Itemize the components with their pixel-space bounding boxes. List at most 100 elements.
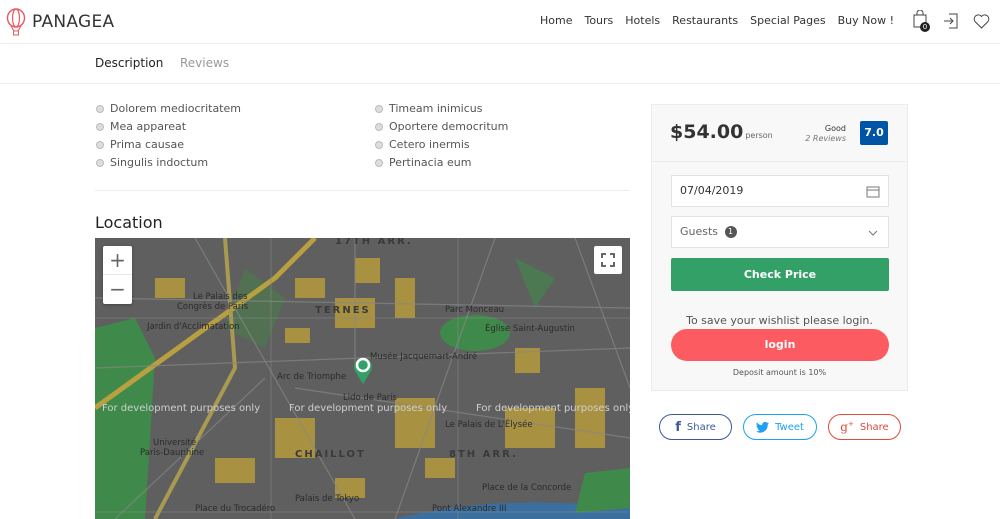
list-item: Prima causae: [96, 136, 241, 154]
map-place-label: Lido de Paris: [343, 393, 397, 403]
google-plus-icon: g+: [840, 420, 854, 434]
tab-reviews[interactable]: Reviews: [180, 56, 229, 70]
map-place-label: Congrès de Paris: [177, 302, 249, 312]
list-item: Pertinacia eum: [375, 154, 508, 172]
price-unit: person: [745, 131, 773, 140]
wishlist-message: To save your wishlist please login.: [686, 314, 873, 327]
rating-label: Good: [824, 124, 846, 133]
share-label: Share: [859, 421, 889, 433]
check-price-button[interactable]: Check Price: [671, 258, 889, 291]
google-plus-share-button[interactable]: g+ Share: [828, 414, 901, 440]
map-place-label: Palais de Tokyo: [295, 494, 360, 504]
zoom-in-button[interactable]: +: [103, 246, 132, 275]
share-label: Share: [686, 421, 716, 433]
map-watermark: For development purposes only: [476, 403, 630, 414]
list-item: Oportere democritum: [375, 118, 508, 136]
guests-label: Guests: [680, 225, 719, 238]
map-place-label: Parc Monceau: [445, 305, 505, 315]
heart-icon[interactable]: [973, 13, 990, 29]
map-watermark: For development purposes only: [289, 403, 448, 414]
location-title: Location: [95, 213, 163, 232]
feature-text: Pertinacia eum: [389, 156, 472, 169]
list-item: Singulis indoctum: [96, 154, 241, 172]
map-place-label: Jardin d'Acclimatation: [147, 322, 240, 332]
feature-text: Timeam inimicus: [389, 102, 483, 115]
nav-restaurants[interactable]: Restaurants: [672, 14, 738, 27]
map-district-label: 8TH ARR.: [449, 449, 518, 460]
feature-text: Mea appareat: [110, 120, 187, 133]
map-place-label: Église Saint-Augustin: [485, 324, 575, 334]
nav-hotels[interactable]: Hotels: [625, 14, 660, 27]
twitter-share-button[interactable]: Tweet: [743, 414, 817, 440]
review-count[interactable]: 2 Reviews: [805, 134, 846, 143]
map-place-label: Place du Trocadéro: [195, 504, 276, 514]
map-place-label: Pont Alexandre III: [432, 504, 507, 514]
feature-text: Cetero inermis: [389, 138, 470, 151]
bullet-icon: [96, 141, 104, 149]
bullet-icon: [96, 123, 104, 131]
facebook-share-button[interactable]: f Share: [659, 414, 732, 440]
nav-tours[interactable]: Tours: [584, 14, 613, 27]
nav-buy-now[interactable]: Buy Now !: [838, 14, 894, 27]
tabs: Description Reviews: [0, 44, 1000, 84]
tab-description[interactable]: Description: [95, 56, 163, 70]
divider: [95, 190, 630, 191]
chevron-down-icon: [868, 230, 878, 236]
date-value: 07/04/2019: [680, 184, 744, 197]
map-place-label: Musée Jacquemart-André: [370, 352, 478, 362]
feature-list-left: Dolorem mediocritatem Mea appareat Prima…: [96, 100, 241, 172]
nav-special-pages[interactable]: Special Pages: [750, 14, 826, 27]
list-item: Mea appareat: [96, 118, 241, 136]
feature-text: Dolorem mediocritatem: [110, 102, 241, 115]
bullet-icon: [375, 159, 383, 167]
nav-home[interactable]: Home: [540, 14, 572, 27]
map-watermark: For development purposes only: [102, 403, 261, 414]
map-place-label: Le Palais de L'Élysée: [445, 420, 533, 430]
map-marker-icon[interactable]: [352, 355, 374, 385]
fullscreen-button[interactable]: [594, 246, 622, 274]
bullet-icon: [96, 159, 104, 167]
main-nav: Home Tours Hotels Restaurants Special Pa…: [540, 14, 894, 27]
header: PANAGEA Home Tours Hotels Restaurants Sp…: [0, 0, 1000, 44]
logo[interactable]: PANAGEA: [6, 8, 115, 36]
map-district-label: 17TH ARR.: [335, 238, 413, 247]
price-value: $54.00: [670, 121, 744, 143]
date-input[interactable]: 07/04/2019: [671, 175, 889, 207]
map[interactable]: 17TH ARR. TERNES CHAILLOT 8TH ARR. Le Pa…: [95, 238, 630, 519]
list-item: Dolorem mediocritatem: [96, 100, 241, 118]
bullet-icon: [375, 141, 383, 149]
map-place-label: Place de la Concorde: [482, 483, 572, 493]
price: $54.00 person: [670, 121, 773, 143]
bullet-icon: [375, 123, 383, 131]
list-item: Timeam inimicus: [375, 100, 508, 118]
brand-name: PANAGEA: [32, 12, 115, 32]
zoom-out-button[interactable]: −: [103, 275, 132, 304]
map-zoom-control: + −: [103, 246, 132, 304]
login-icon[interactable]: [943, 13, 959, 29]
cart-count-badge: 0: [920, 22, 930, 32]
deposit-note: Deposit amount is 10%: [732, 368, 827, 377]
login-button[interactable]: login: [671, 329, 889, 361]
balloon-logo-icon: [6, 8, 26, 36]
map-district-label: TERNES: [315, 305, 371, 316]
twitter-icon: [756, 421, 770, 433]
booking-card: $54.00 person Good 2 Reviews 7.0 07/04/201…: [651, 104, 908, 391]
map-place-label: Arc de Triomphe: [277, 372, 347, 382]
share-label: Tweet: [775, 421, 804, 433]
guests-count-badge: 1: [724, 226, 737, 238]
bullet-icon: [375, 105, 383, 113]
score-badge: 7.0: [860, 121, 888, 145]
fullscreen-icon: [601, 253, 615, 267]
facebook-icon: f: [675, 419, 681, 435]
guests-dropdown[interactable]: Guests 1: [671, 216, 889, 248]
bullet-icon: [96, 105, 104, 113]
feature-list-right: Timeam inimicus Oportere democritum Cete…: [375, 100, 508, 172]
cart-button[interactable]: 0: [913, 9, 930, 32]
map-place-label: Université: [153, 438, 197, 448]
map-place-label: Le Palais des: [193, 292, 248, 302]
calendar-icon: [866, 186, 880, 198]
rating-summary: Good 2 Reviews: [805, 124, 846, 144]
map-district-label: CHAILLOT: [295, 449, 366, 460]
feature-text: Oportere democritum: [389, 120, 509, 133]
divider: [652, 161, 907, 162]
